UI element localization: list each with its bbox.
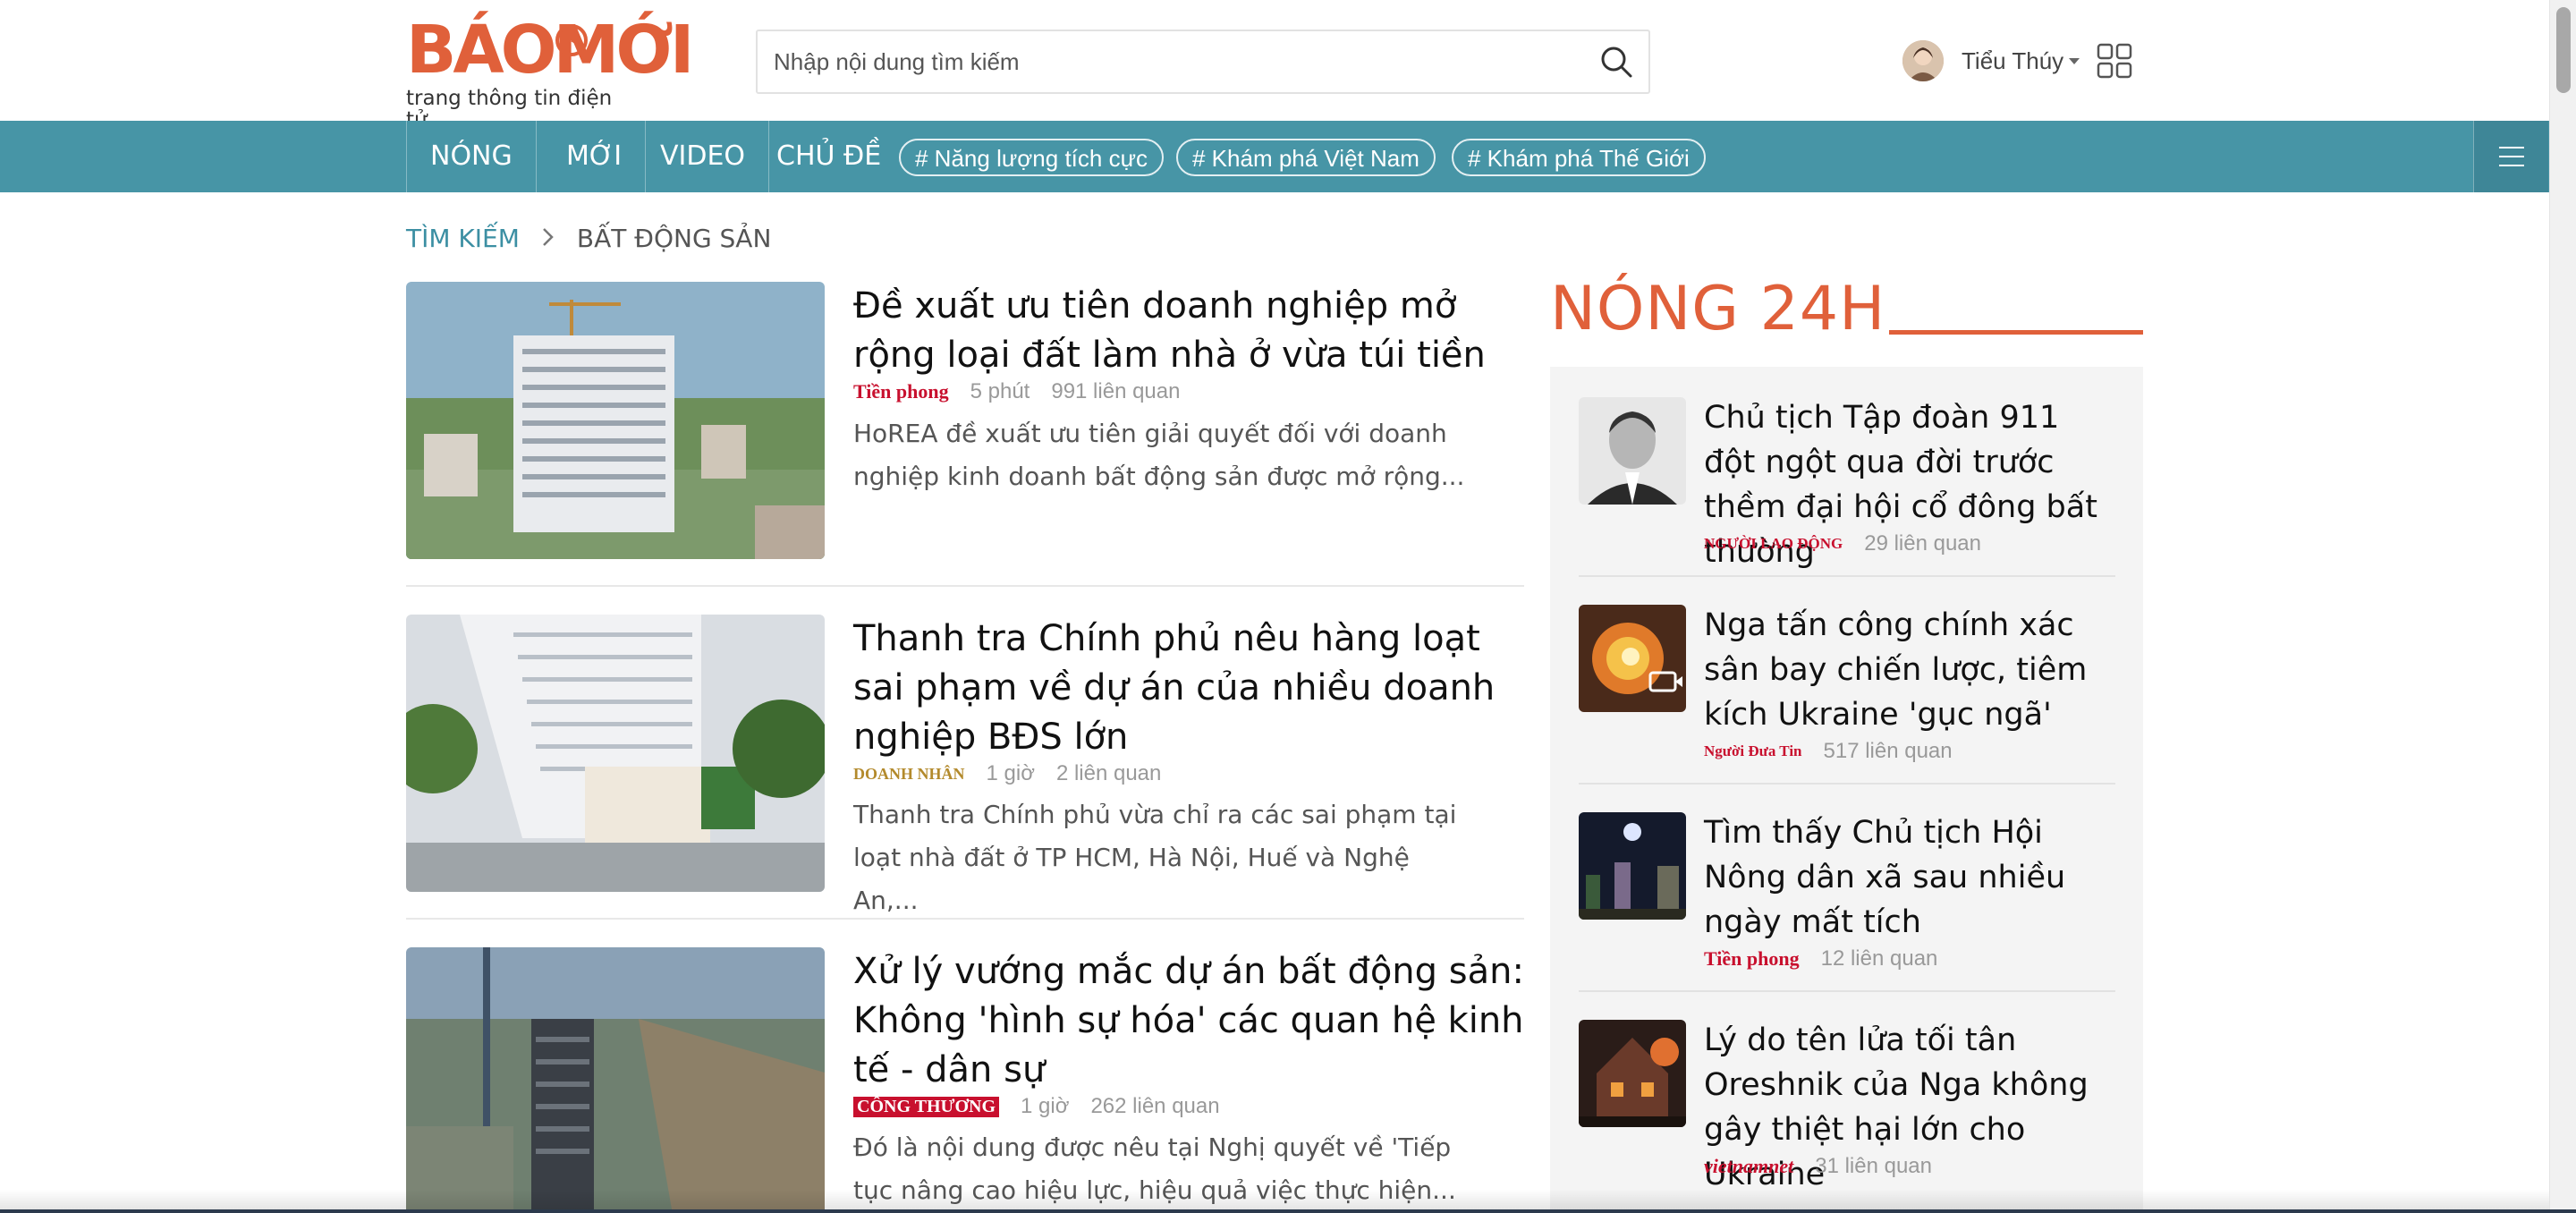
hot-news-title[interactable]: Tìm thấy Chủ tịch Hội Nông dân xã sau nh…: [1704, 810, 2115, 945]
chevron-right-icon: [541, 224, 555, 253]
article-time: 5 phút: [970, 379, 1030, 403]
hot-news-meta: Người Đưa Tin 517 liên quan: [1704, 739, 1953, 764]
nav-item-topics[interactable]: CHỦ ĐỀ: [753, 121, 904, 192]
article-thumbnail[interactable]: [406, 947, 825, 1213]
nav-tag-explore-vietnam[interactable]: # Khám phá Việt Nam: [1176, 139, 1436, 176]
nav-item-new[interactable]: MỚI: [543, 121, 647, 192]
hot-news-item[interactable]: Lý do tên lửa tối tân Oreshnik của Nga k…: [1579, 1020, 2115, 1213]
user-name: Tiểu Thúy: [1962, 47, 2064, 74]
hot-news-related[interactable]: 31 liên quan: [1815, 1154, 1932, 1179]
article-source[interactable]: CÔNG THƯƠNG: [853, 1096, 1000, 1117]
article-meta: CÔNG THƯƠNG 1 giờ 262 liên quan: [853, 1094, 1220, 1119]
grid-apps-icon[interactable]: [2097, 43, 2132, 79]
hot-news-meta: vietnamnet 31 liên quan: [1704, 1154, 1932, 1179]
nav-tag-positive-energy[interactable]: # Năng lượng tích cực: [899, 139, 1164, 176]
article-item[interactable]: Thanh tra Chính phủ nêu hàng loạt sai ph…: [406, 615, 1524, 915]
site-header: BÁOMỚI trang thông tin điện tử Tiểu Thúy: [0, 0, 2549, 131]
hot-news-title[interactable]: Nga tấn công chính xác sân bay chiến lượ…: [1704, 603, 2115, 737]
article-title[interactable]: Thanh tra Chính phủ nêu hàng loạt sai ph…: [853, 615, 1524, 762]
window-bottom-edge: [0, 1209, 2576, 1213]
article-summary: Thanh tra Chính phủ vừa chỉ ra các sai p…: [853, 800, 1457, 915]
user-menu[interactable]: Tiểu Thúy: [1902, 39, 2080, 82]
logo-wordmark: BÁOMỚI: [406, 12, 694, 89]
article-thumbnail[interactable]: [406, 615, 825, 892]
article-meta: Tiền phong 5 phút 991 liên quan: [853, 379, 1180, 404]
hot-news-thumbnail[interactable]: [1579, 1020, 1686, 1127]
hot-news-thumbnail[interactable]: [1579, 397, 1686, 505]
hot-news-related[interactable]: 29 liên quan: [1864, 531, 1981, 556]
search-input[interactable]: [774, 31, 1561, 92]
hot-news-meta: NGƯỜI LAO ĐỘNG 29 liên quan: [1704, 531, 1981, 556]
divider: [406, 585, 1524, 587]
search-icon[interactable]: [1598, 44, 1634, 80]
article-time: 1 giờ: [986, 761, 1035, 785]
article-meta: DOANH NHÂN 1 giờ 2 liên quan: [853, 761, 1161, 786]
article-related[interactable]: 262 liên quan: [1090, 1094, 1219, 1119]
article-title[interactable]: Xử lý vướng mắc dự án bất động sản: Khôn…: [853, 947, 1524, 1095]
chevron-down-icon: [2069, 57, 2080, 64]
divider: [1579, 575, 2115, 577]
hot-news-thumbnail[interactable]: [1579, 812, 1686, 920]
scrollbar-thumb[interactable]: [2556, 7, 2571, 93]
hot-news-source[interactable]: Người Đưa Tin: [1704, 742, 1802, 760]
sidebar-title-underline: [1889, 330, 2143, 335]
article-related[interactable]: 2 liên quan: [1056, 761, 1161, 786]
hot-news-item[interactable]: Chủ tịch Tập đoàn 911 đột ngột qua đời t…: [1579, 397, 2115, 605]
divider: [406, 918, 1524, 920]
article-related[interactable]: 991 liên quan: [1051, 379, 1180, 404]
breadcrumb-current: BẤT ĐỘNG SẢN: [576, 223, 772, 253]
hot-news-related[interactable]: 517 liên quan: [1824, 739, 1953, 764]
avatar: [1902, 40, 1944, 81]
search-bar: [756, 30, 1650, 94]
main-nav: NÓNG MỚI VIDEO CHỦ ĐỀ # Năng lượng tích …: [0, 121, 2549, 192]
divider: [1579, 783, 2115, 785]
sidebar-title: NÓNG 24H: [1550, 274, 1886, 344]
article-summary: HoREA đề xuất ưu tiên giải quyết đối với…: [853, 419, 1465, 491]
hamburger-menu-icon[interactable]: [2473, 121, 2548, 192]
hot-news-source[interactable]: vietnamnet: [1704, 1155, 1793, 1178]
breadcrumb-search[interactable]: TÌM KIẾM: [406, 224, 520, 253]
divider: [1579, 990, 2115, 992]
article-source[interactable]: Tiền phong: [853, 380, 949, 403]
page-scrollbar[interactable]: [2549, 0, 2576, 1213]
nav-item-video[interactable]: VIDEO: [637, 121, 770, 192]
clock-icon: [555, 24, 588, 56]
hot-news-item[interactable]: Nga tấn công chính xác sân bay chiến lượ…: [1579, 605, 2115, 812]
article-source[interactable]: DOANH NHÂN: [853, 765, 965, 784]
hot-news-source[interactable]: Tiền phong: [1704, 947, 1800, 971]
article-title[interactable]: Đề xuất ưu tiên doanh nghiệp mở rộng loạ…: [853, 282, 1524, 380]
article-thumbnail[interactable]: [406, 282, 825, 559]
article-time: 1 giờ: [1021, 1094, 1070, 1118]
hot-news-source[interactable]: NGƯỜI LAO ĐỘNG: [1704, 535, 1843, 553]
hot-news-thumbnail[interactable]: [1579, 605, 1686, 712]
breadcrumb: TÌM KIẾM BẤT ĐỘNG SẢN: [406, 220, 771, 256]
article-item[interactable]: Xử lý vướng mắc dự án bất động sản: Khôn…: [406, 947, 1524, 1213]
hot-news-item[interactable]: Tìm thấy Chủ tịch Hội Nông dân xã sau nh…: [1579, 812, 2115, 1020]
hot-news-meta: Tiền phong 12 liên quan: [1704, 946, 1937, 971]
hot-news-related[interactable]: 12 liên quan: [1821, 946, 1938, 971]
article-item[interactable]: Đề xuất ưu tiên doanh nghiệp mở rộng loạ…: [406, 282, 1524, 561]
site-logo[interactable]: BÁOMỚI trang thông tin điện tử: [406, 12, 694, 131]
nav-item-hot[interactable]: NÓNG: [407, 121, 537, 192]
nav-tag-explore-world[interactable]: # Khám phá Thế Giới: [1452, 139, 1706, 176]
